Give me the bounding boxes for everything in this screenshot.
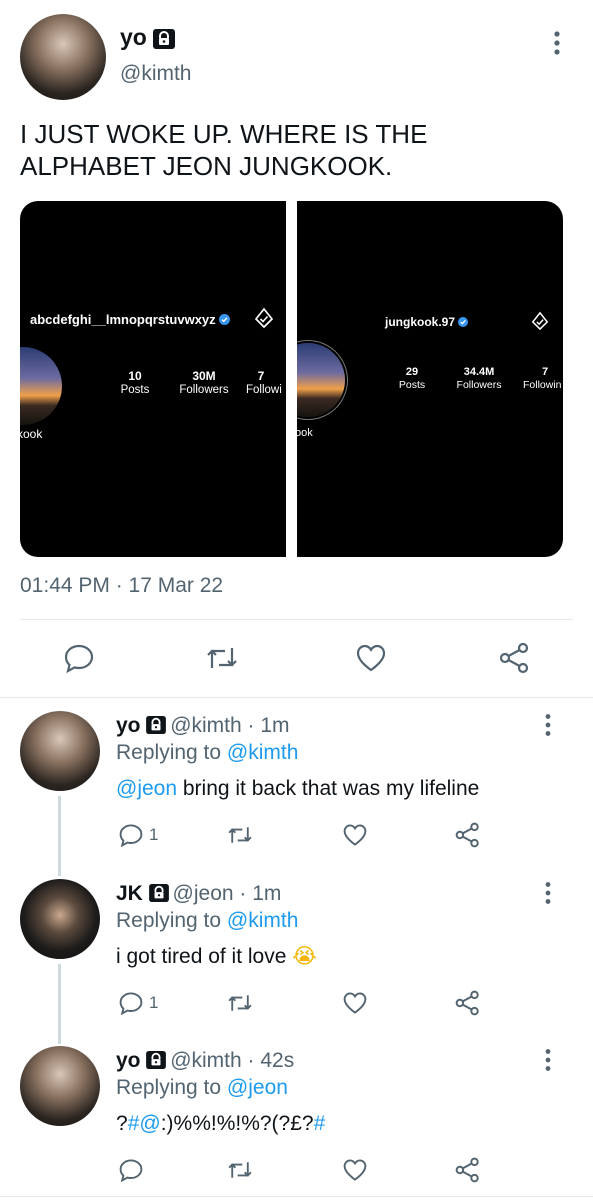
followers-count: 34.4M xyxy=(463,366,495,378)
like-icon[interactable] xyxy=(342,991,368,1015)
verified-badge-icon xyxy=(458,317,469,327)
tweet-text: I JUST WOKE UP. WHERE IS THE ALPHABET JE… xyxy=(20,118,427,182)
reply-icon[interactable]: 1 xyxy=(118,991,158,1015)
posts-label: Posts xyxy=(120,384,150,396)
posts-count: 10 xyxy=(128,369,142,383)
posts-count: 29 xyxy=(405,366,419,378)
following-label: Followi xyxy=(246,384,282,396)
reply-icon[interactable]: 1 xyxy=(118,823,158,847)
author-name-row[interactable]: yo xyxy=(120,24,176,51)
hashtag-link[interactable]: #@ xyxy=(128,1112,161,1135)
reply-icon[interactable] xyxy=(63,643,95,673)
reply-display-name[interactable]: yo xyxy=(116,714,141,737)
reply-display-name[interactable]: JK xyxy=(116,882,143,905)
reply-handle[interactable]: @jeon xyxy=(173,882,234,905)
following-count: 7 xyxy=(257,369,265,383)
tweet-timestamp[interactable]: 01:44 PM · 17 Mar 22 xyxy=(20,574,223,598)
thread-line xyxy=(58,796,61,876)
retweet-icon[interactable] xyxy=(226,1158,254,1182)
like-icon[interactable] xyxy=(355,643,387,673)
media-image-2[interactable]: jungkook.97 29 Posts 34.4M Followers 7 F… xyxy=(297,201,563,557)
divider xyxy=(20,619,573,620)
notification-bell-icon xyxy=(531,311,549,331)
mention-link[interactable]: @jeon xyxy=(116,777,177,800)
reply-display-name[interactable]: yo xyxy=(116,1049,141,1072)
share-icon[interactable] xyxy=(455,990,481,1016)
profile-picture xyxy=(20,347,62,425)
reply-handle[interactable]: @kimth xyxy=(170,1049,242,1072)
followers-count: 30M xyxy=(192,369,216,383)
more-options-icon[interactable] xyxy=(542,1048,554,1072)
following-label: Followin xyxy=(523,379,562,391)
replying-to-link[interactable]: @jeon xyxy=(227,1076,288,1099)
reply-text: @jeon bring it back that was my lifeline xyxy=(116,777,480,800)
followers-label: Followers xyxy=(456,379,502,391)
reply-text: i got tired of it love 😭 xyxy=(116,944,317,968)
lock-icon xyxy=(146,716,167,734)
retweet-icon[interactable] xyxy=(226,823,254,847)
profile-username: abcdefghi__lmnopqrstuvwxyz xyxy=(30,312,231,327)
followers-label: Followers xyxy=(179,384,229,396)
like-icon[interactable] xyxy=(342,1158,368,1182)
author-handle[interactable]: @kimth xyxy=(120,62,192,86)
hashtag-link[interactable]: # xyxy=(314,1112,326,1135)
crying-face-emoji: 😭 xyxy=(292,944,317,968)
reply-avatar[interactable] xyxy=(20,1046,100,1126)
reply-header: yo @kimth · 42s xyxy=(116,1049,294,1073)
reply-header: JK @jeon · 1m xyxy=(116,882,281,906)
reply-time: · 1m xyxy=(247,714,290,737)
reply-time: · 1m xyxy=(239,882,282,905)
divider xyxy=(0,1196,593,1197)
notification-bell-icon xyxy=(254,307,274,329)
following-count: 7 xyxy=(541,366,549,378)
reply-count: 1 xyxy=(149,993,159,1012)
share-icon[interactable] xyxy=(455,822,481,848)
reply-count: 1 xyxy=(149,825,159,844)
profile-username: jungkook.97 xyxy=(385,315,469,329)
reply-header: yo @kimth · 1m xyxy=(116,714,290,738)
tweet-text-line-2: ALPHABET JEON JUNGKOOK. xyxy=(20,151,393,181)
lock-icon xyxy=(153,29,176,49)
profile-name-partial: ook xyxy=(297,427,313,439)
more-options-icon[interactable] xyxy=(542,881,554,905)
media-image-1[interactable]: abcdefghi__lmnopqrstuvwxyz 10 Posts 30M … xyxy=(20,201,286,557)
reply-avatar[interactable] xyxy=(20,711,100,791)
reply-avatar[interactable] xyxy=(20,879,100,959)
tweet-text-line-1: I JUST WOKE UP. WHERE IS THE xyxy=(20,119,428,149)
retweet-icon[interactable] xyxy=(204,644,240,672)
replying-to: Replying to @jeon xyxy=(116,1076,288,1099)
retweet-icon[interactable] xyxy=(226,991,254,1015)
author-display-name: yo xyxy=(120,24,147,50)
share-icon[interactable] xyxy=(455,1157,481,1183)
reply-handle[interactable]: @kimth xyxy=(170,714,242,737)
replying-to-link[interactable]: @kimth xyxy=(227,741,299,764)
share-icon[interactable] xyxy=(499,642,531,674)
more-options-icon[interactable] xyxy=(551,30,563,56)
replying-to: Replying to @kimth xyxy=(116,741,299,764)
thread-line xyxy=(58,964,61,1044)
reply-icon[interactable] xyxy=(118,1158,144,1182)
reply-text: ?#@:)%%!%!%?(?£?# xyxy=(116,1112,326,1135)
replying-to-link[interactable]: @kimth xyxy=(227,909,299,932)
more-options-icon[interactable] xyxy=(542,713,554,737)
lock-icon xyxy=(148,884,169,902)
like-icon[interactable] xyxy=(342,823,368,847)
replying-to: Replying to @kimth xyxy=(116,909,299,932)
author-avatar[interactable] xyxy=(20,14,106,100)
posts-label: Posts xyxy=(398,379,426,391)
profile-picture xyxy=(297,343,345,417)
reply-time: · 42s xyxy=(247,1049,295,1072)
verified-badge-icon xyxy=(219,314,231,325)
lock-icon xyxy=(146,1051,167,1069)
profile-name-partial: kook xyxy=(20,427,43,441)
divider xyxy=(0,697,593,698)
